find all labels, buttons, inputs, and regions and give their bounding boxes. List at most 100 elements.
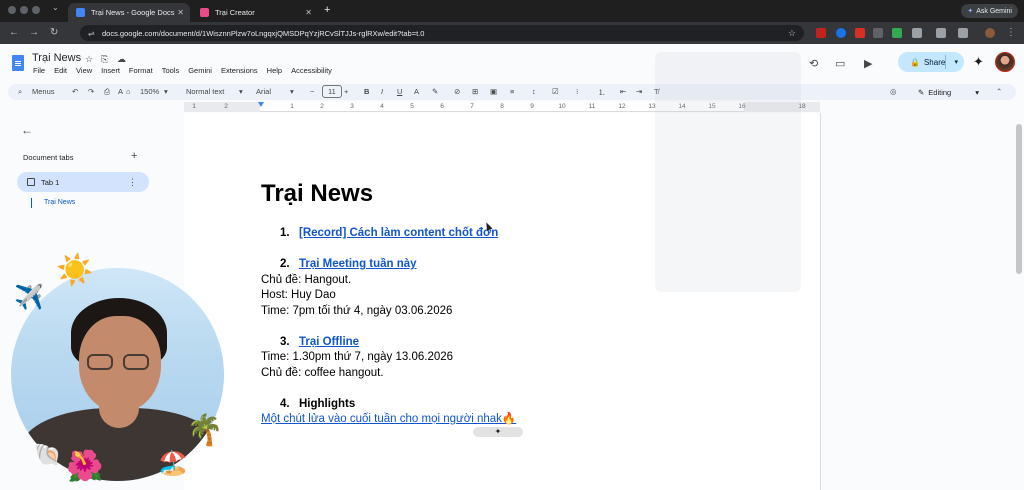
- decrease-font-size-icon[interactable]: −: [310, 87, 314, 96]
- menu-format[interactable]: Format: [129, 66, 153, 75]
- ruler-number: 1: [192, 103, 196, 110]
- comments-icon[interactable]: ▭: [835, 57, 845, 70]
- print-icon[interactable]: ⎙: [104, 87, 110, 97]
- close-tab-icon[interactable]: ✕: [305, 8, 312, 17]
- palm-tree-emoji-icon: 🌴: [186, 414, 224, 447]
- font-select[interactable]: Arial: [256, 87, 271, 96]
- menu-tools[interactable]: Tools: [162, 66, 180, 75]
- tab-trai-news-docs[interactable]: Trại News - Google Docs ✕: [68, 3, 190, 22]
- increase-indent-icon[interactable]: ⇥: [636, 87, 642, 96]
- back-arrow-icon[interactable]: ←: [9, 27, 19, 38]
- record-link[interactable]: [Record] Cách làm content chốt đơn: [299, 227, 498, 239]
- gemini-summary-icon[interactable]: ◎: [890, 87, 897, 96]
- tab-trai-creator[interactable]: Trại Creator ✕: [192, 3, 318, 22]
- italic-icon[interactable]: I: [381, 87, 383, 96]
- paint-format-icon[interactable]: ⌂: [126, 87, 131, 96]
- ask-gemini-button[interactable]: ✦ Ask Gemini: [961, 4, 1018, 18]
- numbered-list-icon[interactable]: ⒈: [598, 87, 606, 98]
- menu-file[interactable]: File: [33, 66, 45, 75]
- back-arrow-icon[interactable]: ←: [21, 123, 33, 137]
- ruler-number: 1: [290, 103, 294, 110]
- search-menus-input[interactable]: Menus: [32, 87, 55, 96]
- extension-icon[interactable]: [816, 28, 826, 38]
- decrease-indent-icon[interactable]: ⇤: [620, 87, 626, 96]
- document-body[interactable]: Trại News 1. [Record] Cách làm content ch…: [261, 180, 781, 428]
- ruler-number: 6: [440, 103, 444, 110]
- forward-arrow-icon[interactable]: →: [29, 27, 39, 38]
- highlight-link[interactable]: Một chút lửa vào cuối tuần cho mọi người…: [261, 413, 516, 425]
- browser-menu-icon[interactable]: ⋮: [1006, 27, 1016, 38]
- offline-link[interactable]: Trại Offline: [299, 336, 359, 348]
- gemini-sparkle-icon[interactable]: ✦: [973, 54, 984, 70]
- document-title[interactable]: Trại News: [32, 52, 81, 64]
- tab-search-icon[interactable]: ⌄: [52, 3, 59, 12]
- spellcheck-icon[interactable]: A: [118, 87, 123, 96]
- window-minimize-control[interactable]: [20, 6, 28, 14]
- download-icon[interactable]: [958, 28, 968, 38]
- insert-link-icon[interactable]: ⊘: [454, 87, 460, 96]
- window-close-control[interactable]: [8, 6, 16, 14]
- meeting-link[interactable]: Trại Meeting tuần này: [299, 258, 417, 270]
- bulleted-list-icon[interactable]: ⁝: [576, 87, 578, 96]
- explore-sparkle-button[interactable]: ✦: [473, 427, 523, 437]
- extension-icon[interactable]: [836, 28, 846, 38]
- paragraph-text: Time: 1.30pm thứ 7, ngày 13.06.2026: [261, 351, 454, 363]
- indent-marker[interactable]: [258, 102, 264, 107]
- extensions-puzzle-icon[interactable]: [912, 28, 922, 38]
- move-folder-icon[interactable]: ⎘: [101, 54, 108, 65]
- youtube-extension-icon[interactable]: [855, 28, 865, 38]
- outline-item-trai-news[interactable]: Trại News: [44, 199, 75, 206]
- style-select[interactable]: Normal text: [186, 87, 224, 96]
- checklist-icon[interactable]: ☑: [552, 87, 559, 96]
- extension-icon[interactable]: [892, 28, 902, 38]
- increase-font-size-icon[interactable]: +: [344, 87, 348, 96]
- account-avatar[interactable]: [995, 52, 1015, 72]
- reload-icon[interactable]: ↻: [50, 27, 58, 38]
- hide-menus-icon[interactable]: ⌃: [996, 87, 1002, 96]
- insert-comment-icon[interactable]: ⊞: [472, 87, 478, 96]
- add-tab-icon[interactable]: +: [131, 150, 137, 162]
- redo-icon[interactable]: ↷: [88, 87, 94, 96]
- highlight-color-icon[interactable]: ✎: [432, 87, 438, 96]
- font-size-input[interactable]: 11: [322, 85, 342, 98]
- docs-logo-icon[interactable]: [12, 55, 24, 71]
- new-tab-button[interactable]: +: [324, 4, 330, 16]
- url-field[interactable]: ⇌ docs.google.com/document/d/1WisznnPlzw…: [80, 25, 804, 41]
- profile-avatar-icon[interactable]: [985, 28, 995, 38]
- menu-accessibility[interactable]: Accessibility: [291, 66, 332, 75]
- vertical-scrollbar[interactable]: [1016, 124, 1022, 274]
- align-icon[interactable]: ≡: [510, 87, 514, 96]
- menu-insert[interactable]: Insert: [101, 66, 120, 75]
- menu-gemini[interactable]: Gemini: [188, 66, 212, 75]
- cloud-saved-icon[interactable]: ☁: [117, 54, 126, 65]
- text-color-icon[interactable]: A: [414, 87, 419, 96]
- insert-image-icon[interactable]: ▣: [490, 87, 497, 96]
- version-history-icon[interactable]: ⟲: [809, 57, 818, 70]
- share-dropdown-icon[interactable]: ▾: [954, 58, 958, 66]
- more-options-icon[interactable]: ⋮: [128, 177, 137, 188]
- menu-edit[interactable]: Edit: [54, 66, 67, 75]
- close-tab-icon[interactable]: ✕: [177, 8, 184, 17]
- meet-camera-icon[interactable]: ▶: [864, 57, 872, 70]
- search-menus-icon[interactable]: ⌕: [18, 87, 22, 97]
- undo-icon[interactable]: ↶: [72, 87, 78, 96]
- menu-bar: File Edit View Insert Format Tools Gemin…: [33, 66, 332, 75]
- editing-mode-select[interactable]: ✎ Editing ▾: [918, 84, 979, 100]
- menu-extensions[interactable]: Extensions: [221, 66, 258, 75]
- menu-help[interactable]: Help: [267, 66, 282, 75]
- site-info-icon[interactable]: ⇌: [88, 29, 95, 38]
- line-spacing-icon[interactable]: ↕: [532, 87, 536, 96]
- side-panel-icon[interactable]: [936, 28, 946, 38]
- share-button[interactable]: 🔒 Share ▾: [898, 52, 964, 72]
- underline-icon[interactable]: U: [397, 87, 402, 96]
- paragraph-text: Chủ đề: coffee hangout.: [261, 366, 384, 379]
- bookmark-star-icon[interactable]: ☆: [788, 28, 796, 39]
- bold-icon[interactable]: B: [364, 87, 369, 96]
- extension-icon[interactable]: [873, 28, 883, 38]
- window-zoom-control[interactable]: [32, 6, 40, 14]
- sidebar-tab-1[interactable]: Tab 1 ⋮: [17, 172, 149, 192]
- zoom-select[interactable]: 150%: [140, 87, 159, 96]
- menu-view[interactable]: View: [76, 66, 92, 75]
- paragraph-text: Host: Huy Dao: [261, 289, 336, 301]
- star-icon[interactable]: ☆: [85, 54, 93, 65]
